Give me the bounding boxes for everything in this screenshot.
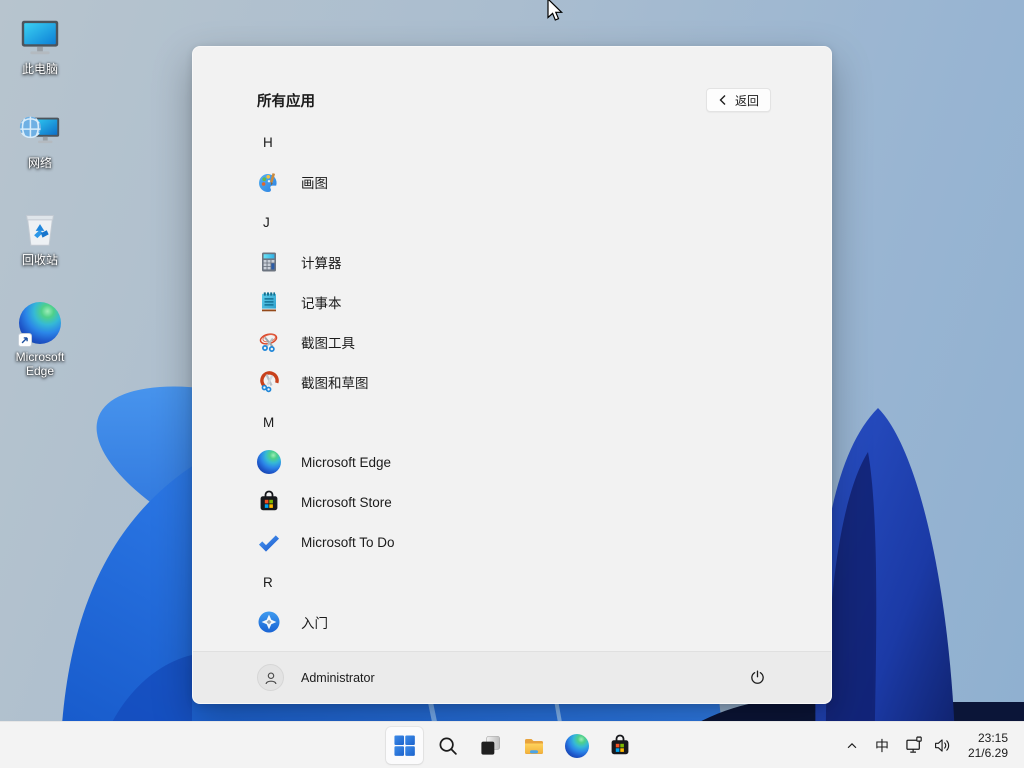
desktop-icon-this-pc[interactable]: 此电脑	[0, 14, 80, 76]
notepad-icon	[257, 290, 281, 314]
app-row-paint[interactable]: 画图	[193, 162, 831, 202]
clock[interactable]: 23:15 21/6.29	[961, 731, 1011, 761]
system-tray: 中 23:15 21/6.29	[840, 722, 1024, 768]
store-icon	[257, 490, 281, 514]
edge-icon	[17, 302, 63, 348]
edge-icon	[257, 450, 281, 474]
ime-indicator[interactable]: 中	[868, 729, 896, 763]
search-button[interactable]	[429, 727, 466, 764]
app-row-microsoft-to-do[interactable]: Microsoft To Do	[193, 522, 831, 562]
desktop: 此电脑 网络 回收站 Microsoft Edge 所有应用 返回 H 画图 J…	[0, 0, 1024, 768]
file-explorer-button[interactable]	[515, 727, 552, 764]
app-row-get-started[interactable]: 入门	[193, 602, 831, 642]
shortcut-arrow-icon	[18, 333, 32, 347]
app-row-snip-and-sketch[interactable]: 截图和草图	[193, 362, 831, 402]
desktop-icon-microsoft-edge[interactable]: Microsoft Edge	[0, 300, 80, 378]
edge-icon	[564, 733, 589, 758]
network-volume-button[interactable]	[900, 729, 957, 763]
desktop-icon-label: Microsoft Edge	[15, 350, 65, 378]
app-label: Microsoft Store	[301, 494, 392, 510]
power-icon	[750, 670, 764, 684]
app-row-snipping-tool[interactable]: 截图工具	[193, 322, 831, 362]
section-letter[interactable]: M	[193, 402, 831, 442]
search-icon	[439, 737, 457, 755]
app-label: 记事本	[301, 296, 342, 311]
app-row-calculator[interactable]: 计算器	[193, 242, 831, 282]
tray-time: 23:15	[977, 730, 1008, 745]
back-button[interactable]: 返回	[705, 88, 771, 112]
app-row-microsoft-edge[interactable]: Microsoft Edge	[193, 442, 831, 482]
store-icon	[611, 734, 628, 754]
app-row-notepad[interactable]: 记事本	[193, 282, 831, 322]
start-menu-all-apps-panel: 所有应用 返回 H 画图 J 计算器 记事本 截图工具 截图和草图 M Micr…	[192, 46, 832, 704]
volume-icon	[934, 739, 950, 752]
task-view-button[interactable]	[472, 727, 509, 764]
app-label: Microsoft Edge	[301, 454, 392, 470]
desktop-icon-network[interactable]: 网络	[0, 108, 80, 170]
taskbar: 中 23:15 21/6.29	[0, 721, 1024, 768]
app-label: 画图	[301, 176, 328, 191]
desktop-icon-recycle-bin[interactable]: 回收站	[0, 205, 80, 267]
todo-icon	[257, 530, 281, 554]
windows-logo-icon	[394, 735, 415, 756]
user-bar: Administrator	[193, 651, 831, 703]
mouse-cursor	[547, 0, 564, 21]
power-button[interactable]	[741, 662, 773, 694]
app-row-microsoft-store[interactable]: Microsoft Store	[193, 482, 831, 522]
chevron-up-icon	[847, 742, 857, 748]
edge-button[interactable]	[558, 727, 595, 764]
desktop-icon-label: 回收站	[21, 253, 58, 267]
network-icon	[906, 736, 922, 753]
start-button[interactable]	[386, 727, 423, 764]
back-button-label: 返回	[734, 93, 759, 108]
app-label: 计算器	[301, 256, 342, 271]
paint-icon	[257, 170, 281, 194]
this-pc-icon	[17, 14, 63, 60]
tray-chevron-button[interactable]	[840, 729, 864, 763]
section-letter[interactable]: R	[193, 562, 831, 602]
app-label: 截图工具	[301, 336, 355, 351]
get-started-icon	[257, 610, 281, 634]
snipping-tool-icon	[257, 330, 281, 354]
app-label: Microsoft To Do	[301, 534, 395, 550]
calculator-icon	[257, 250, 281, 274]
desktop-icon-label: 网络	[27, 156, 52, 170]
chevron-left-icon	[719, 95, 726, 105]
user-name[interactable]: Administrator	[301, 671, 375, 685]
app-label: 入门	[301, 616, 328, 631]
recycle-bin-icon	[17, 205, 63, 251]
all-apps-title: 所有应用	[257, 93, 315, 110]
user-avatar[interactable]	[257, 664, 284, 691]
app-list: H 画图 J 计算器 记事本 截图工具 截图和草图 M Microsoft Ed…	[193, 122, 831, 642]
folder-icon	[524, 738, 543, 754]
store-button[interactable]	[601, 727, 638, 764]
person-icon	[265, 671, 276, 684]
desktop-icon-label: 此电脑	[21, 62, 58, 76]
task-view-icon	[481, 736, 500, 755]
snip-sketch-icon	[257, 370, 281, 394]
section-letter[interactable]: H	[193, 122, 831, 162]
tray-date: 21/6.29	[967, 745, 1008, 760]
section-letter[interactable]: J	[193, 202, 831, 242]
app-label: 截图和草图	[301, 376, 369, 391]
network-icon	[17, 108, 63, 154]
